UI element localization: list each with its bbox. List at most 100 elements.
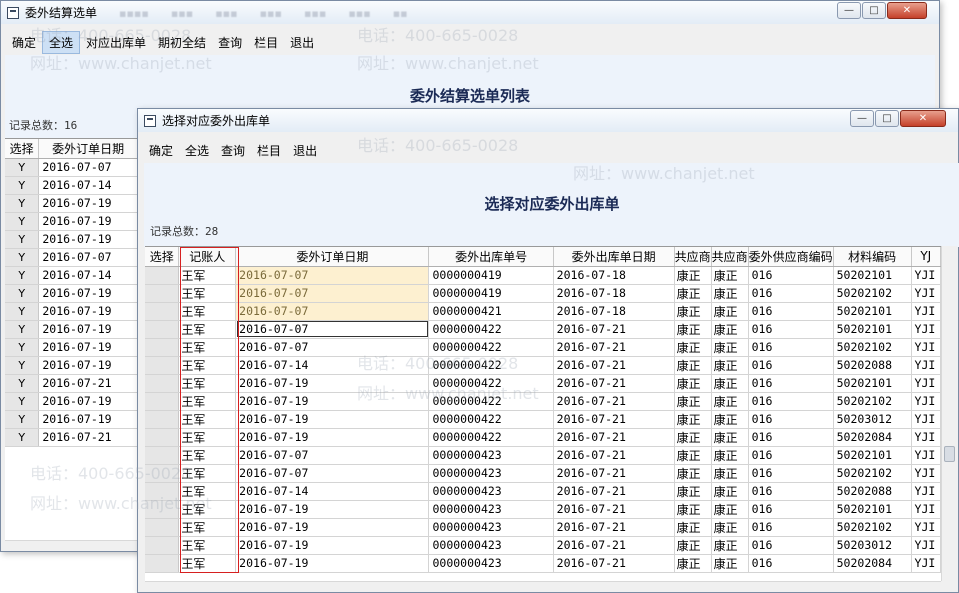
front-window-titlebar[interactable]: 选择对应委外出库单 — [138, 109, 958, 132]
front-column-header[interactable]: 选择 — [145, 247, 180, 267]
front-menu-item[interactable]: 栏目 — [251, 140, 287, 161]
back-close-button[interactable]: ✕ — [887, 2, 927, 19]
back-menu-item[interactable]: 栏目 — [248, 32, 284, 53]
table-row[interactable]: Y 2016-07-19 — [5, 410, 138, 429]
select-cell[interactable]: Y — [5, 356, 40, 375]
select-cell[interactable]: Y — [5, 266, 40, 285]
back-minimize-button[interactable]: — — [837, 2, 861, 19]
table-row[interactable]: Y 2016-07-14 — [5, 266, 138, 285]
front-menu-item[interactable]: 查询 — [215, 140, 251, 161]
table-row[interactable]: Y 2016-07-21 — [5, 428, 138, 447]
select-cell[interactable]: Y — [5, 158, 40, 177]
table-row[interactable]: Y 2016-07-19 — [5, 194, 138, 213]
table-row[interactable]: Y 2016-07-19 — [5, 302, 138, 321]
select-cell[interactable]: Y — [5, 410, 40, 429]
select-cell[interactable]: Y — [5, 284, 40, 303]
table-row[interactable]: 王军 2016-07-19 0000000422 2016-07-21 康正 康正 016 5… — [145, 428, 941, 447]
front-menu-item[interactable]: 退出 — [287, 140, 323, 161]
select-cell[interactable] — [145, 266, 180, 285]
front-scroll-thumb[interactable] — [944, 446, 955, 462]
table-row[interactable]: 王军 2016-07-07 0000000422 2016-07-21 康正 康正 016 5… — [145, 338, 941, 357]
table-row[interactable]: 王军 2016-07-07 0000000422 2016-07-21 康正 康正 016 5… — [145, 320, 941, 339]
select-cell[interactable]: Y — [5, 392, 40, 411]
select-cell[interactable]: Y — [5, 248, 40, 267]
select-cell[interactable] — [145, 320, 180, 339]
table-row[interactable]: 王军 2016-07-19 0000000423 2016-07-21 康正 康正 016 5… — [145, 518, 941, 537]
select-cell[interactable] — [145, 518, 180, 537]
select-cell[interactable] — [145, 302, 180, 321]
select-cell[interactable] — [145, 428, 180, 447]
select-cell[interactable]: Y — [5, 230, 40, 249]
select-cell[interactable]: Y — [5, 428, 40, 447]
back-menu-item[interactable]: 确定 — [6, 32, 42, 53]
table-row[interactable]: 王军 2016-07-19 0000000422 2016-07-21 康正 康正 016 5… — [145, 374, 941, 393]
table-row[interactable]: Y 2016-07-19 — [5, 320, 138, 339]
select-cell[interactable]: Y — [5, 176, 40, 195]
front-menu-item[interactable]: 确定 — [143, 140, 179, 161]
select-cell[interactable] — [145, 500, 180, 519]
front-column-header[interactable]: 委外订单日期 — [235, 247, 430, 267]
select-cell[interactable] — [145, 482, 180, 501]
table-row[interactable]: Y 2016-07-07 — [5, 158, 138, 177]
front-column-header[interactable]: 共应商 — [711, 247, 749, 267]
front-column-header[interactable]: 委外供应商编码 — [748, 247, 834, 267]
table-row[interactable]: 王军 2016-07-19 0000000422 2016-07-21 康正 康正 016 5… — [145, 410, 941, 429]
table-row[interactable]: Y 2016-07-07 — [5, 248, 138, 267]
front-column-header[interactable]: 共应商 — [674, 247, 712, 267]
table-row[interactable]: Y 2016-07-19 — [5, 284, 138, 303]
front-horizontal-scrollbar[interactable] — [145, 581, 941, 591]
select-cell[interactable] — [145, 410, 180, 429]
select-cell[interactable]: Y — [5, 212, 40, 231]
table-row[interactable]: Y 2016-07-19 — [5, 212, 138, 231]
select-cell[interactable] — [145, 338, 180, 357]
back-column-header[interactable]: 选择 — [5, 139, 40, 159]
table-row[interactable]: Y 2016-07-19 — [5, 338, 138, 357]
select-cell[interactable]: Y — [5, 338, 40, 357]
table-row[interactable]: Y 2016-07-19 — [5, 392, 138, 411]
front-column-header[interactable]: 委外出库单日期 — [553, 247, 675, 267]
back-menu-item[interactable]: 全选 — [42, 30, 81, 54]
table-row[interactable]: Y 2016-07-14 — [5, 176, 138, 195]
front-column-header[interactable]: 材料编码 — [833, 247, 912, 267]
table-row[interactable]: Y 2016-07-19 — [5, 230, 138, 249]
back-column-header[interactable]: 委外订单日期 — [38, 139, 138, 159]
select-cell[interactable] — [145, 446, 180, 465]
table-row[interactable]: 王军 2016-07-14 0000000422 2016-07-21 康正 康正 016 5… — [145, 356, 941, 375]
table-row[interactable]: 王军 2016-07-19 0000000423 2016-07-21 康正 康正 016 5… — [145, 536, 941, 555]
select-cell[interactable]: Y — [5, 194, 40, 213]
table-row[interactable]: 王军 2016-07-07 0000000419 2016-07-18 康正 康正 016 5… — [145, 284, 941, 303]
select-cell[interactable] — [145, 356, 180, 375]
back-horizontal-scrollbar[interactable] — [5, 540, 138, 550]
table-row[interactable]: 王军 2016-07-19 0000000423 2016-07-21 康正 康正 016 5… — [145, 554, 941, 573]
front-vertical-scrollbar[interactable] — [941, 246, 957, 581]
back-menu-item[interactable]: 查询 — [212, 32, 248, 53]
table-row[interactable]: Y 2016-07-19 — [5, 356, 138, 375]
table-row[interactable]: 王军 2016-07-07 0000000423 2016-07-21 康正 康正 016 5… — [145, 464, 941, 483]
table-row[interactable]: 王军 2016-07-19 0000000423 2016-07-21 康正 康正 016 5… — [145, 500, 941, 519]
back-menu-item[interactable]: 期初全结 — [152, 32, 212, 53]
front-menu-item[interactable]: 全选 — [179, 140, 215, 161]
select-cell[interactable] — [145, 284, 180, 303]
table-row[interactable]: 王军 2016-07-07 0000000423 2016-07-21 康正 康正 016 5… — [145, 446, 941, 465]
front-column-header[interactable]: 记账人 — [178, 247, 237, 267]
select-cell[interactable]: Y — [5, 374, 40, 393]
select-cell[interactable] — [145, 392, 180, 411]
table-row[interactable]: 王军 2016-07-07 0000000421 2016-07-18 康正 康正 016 5… — [145, 302, 941, 321]
select-cell[interactable] — [145, 554, 180, 573]
select-cell[interactable] — [145, 536, 180, 555]
select-cell[interactable] — [145, 464, 180, 483]
front-minimize-button[interactable]: — — [850, 110, 874, 127]
table-row[interactable]: 王军 2016-07-19 0000000422 2016-07-21 康正 康正 016 5… — [145, 392, 941, 411]
table-row[interactable]: Y 2016-07-21 — [5, 374, 138, 393]
back-menu-item[interactable]: 退出 — [284, 32, 320, 53]
back-maximize-button[interactable]: □ — [862, 2, 886, 19]
front-column-header[interactable]: 委外出库单号 — [428, 247, 554, 267]
front-maximize-button[interactable]: □ — [875, 110, 899, 127]
select-cell[interactable] — [145, 374, 180, 393]
table-row[interactable]: 王军 2016-07-14 0000000423 2016-07-21 康正 康正 016 5… — [145, 482, 941, 501]
back-menu-item[interactable]: 对应出库单 — [80, 32, 152, 53]
select-cell[interactable]: Y — [5, 302, 40, 321]
table-row[interactable]: 王军 2016-07-07 0000000419 2016-07-18 康正 康正 016 5… — [145, 266, 941, 285]
front-column-header[interactable]: YJ — [911, 247, 941, 267]
select-cell[interactable]: Y — [5, 320, 40, 339]
